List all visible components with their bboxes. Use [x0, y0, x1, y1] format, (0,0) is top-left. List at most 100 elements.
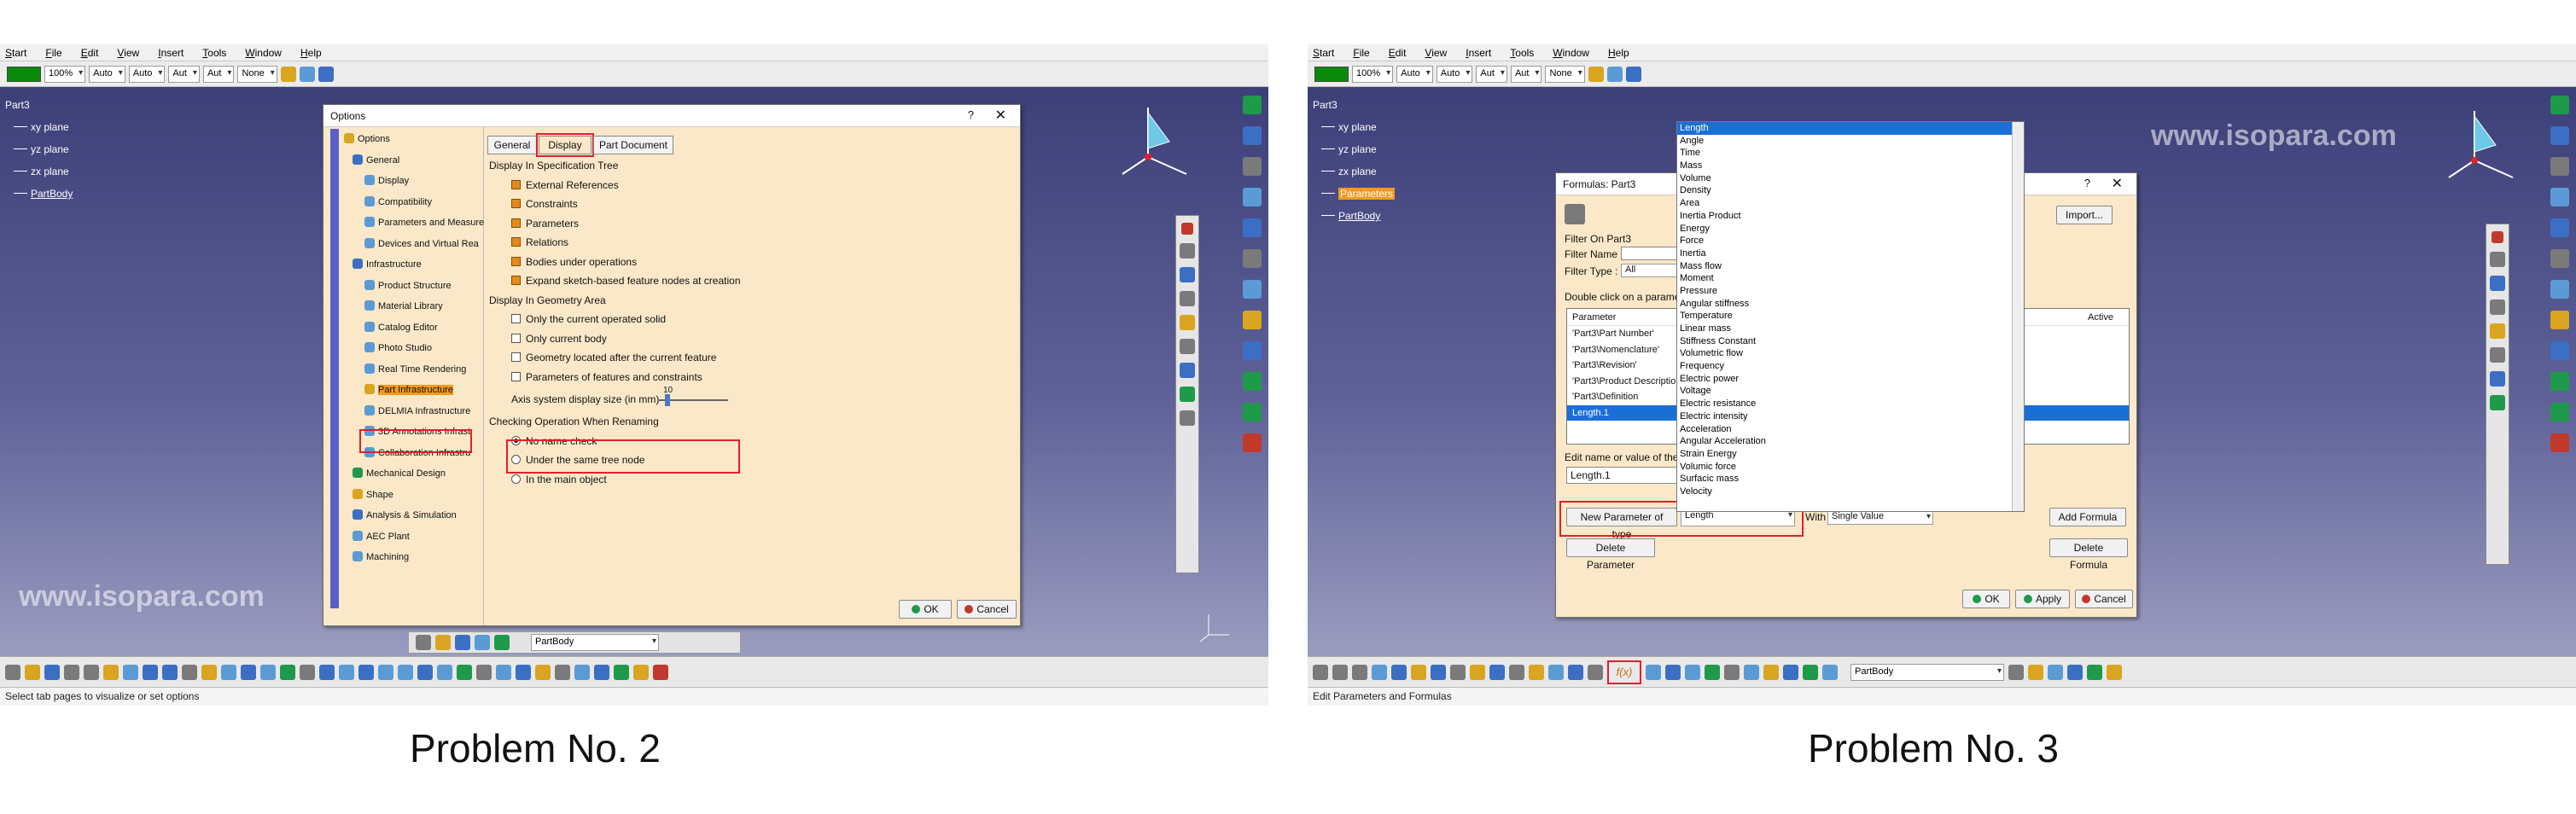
fillet-icon[interactable]	[1180, 410, 1195, 426]
spec-option[interactable]: Bodies under operations	[489, 253, 1001, 272]
nav-item[interactable]: Display	[344, 171, 481, 192]
what-is-this-icon[interactable]	[1625, 66, 1641, 82]
tool-icon[interactable]	[2550, 433, 2569, 452]
list-item[interactable]: Stiffness Constant	[1677, 335, 2012, 348]
rib-icon[interactable]	[2490, 371, 2505, 387]
new-icon[interactable]	[1450, 664, 1466, 680]
help-button[interactable]: ?	[2084, 177, 2090, 189]
body-combo[interactable]: PartBody	[531, 634, 659, 651]
delete-parameter-button[interactable]: Delete Parameter	[1566, 538, 1655, 571]
tool-icon[interactable]	[1391, 664, 1407, 680]
tool-icon[interactable]	[2550, 188, 2569, 206]
list-item[interactable]: Mass flow	[1677, 260, 2012, 273]
nav-item[interactable]: Product Structure	[344, 276, 481, 297]
menu-view[interactable]: View	[117, 47, 139, 59]
shading-icon[interactable]	[457, 664, 472, 680]
nav-item[interactable]: General	[344, 150, 481, 172]
rotate-icon[interactable]	[358, 664, 374, 680]
tool-icon[interactable]	[1243, 157, 1262, 176]
fit-all-icon[interactable]	[319, 664, 335, 680]
tool-icon[interactable]	[2107, 664, 2122, 680]
tree-item-partbody[interactable]: PartBody	[5, 183, 73, 205]
pad-icon[interactable]	[2490, 276, 2505, 291]
tool-icon[interactable]	[1243, 188, 1262, 206]
tree-item-partbody[interactable]: PartBody	[1313, 205, 1395, 227]
tool-icon[interactable]	[494, 635, 510, 650]
menu-help[interactable]: Help	[1608, 47, 1629, 59]
open-icon[interactable]	[25, 664, 40, 680]
tool-icon[interactable]	[1243, 403, 1262, 422]
compass-icon[interactable]	[2445, 101, 2538, 195]
tool-icon[interactable]	[1783, 664, 1798, 680]
layer-combo[interactable]: Aut	[1510, 65, 1542, 83]
cancel-button[interactable]: Cancel	[2075, 590, 2133, 608]
save-icon[interactable]	[1489, 664, 1505, 680]
menu-tools[interactable]: Tools	[202, 47, 226, 59]
tool-icon[interactable]	[1705, 664, 1720, 680]
nav-item[interactable]: Analysis & Simulation	[344, 505, 481, 526]
list-item[interactable]: Volumic force	[1677, 461, 2012, 474]
list-item[interactable]: Strain Energy	[1677, 448, 2012, 461]
tool-icon[interactable]	[1744, 664, 1759, 680]
tool-icon[interactable]	[300, 664, 315, 680]
tool-icon[interactable]	[1243, 218, 1262, 237]
list-item[interactable]: Electric power	[1677, 373, 2012, 386]
spec-option[interactable]: Expand sketch-based feature nodes at cre…	[489, 271, 1001, 291]
tool-icon[interactable]	[280, 664, 295, 680]
pocket-icon[interactable]	[2490, 299, 2505, 315]
close-icon[interactable]	[2491, 231, 2503, 243]
nav-item[interactable]: Shape	[344, 485, 481, 506]
tool-icon[interactable]	[1243, 280, 1262, 299]
knowledge-icon[interactable]	[1646, 664, 1661, 680]
tree-item-zx-plane[interactable]: zx plane	[5, 160, 73, 183]
list-item[interactable]: Angular Acceleration	[1677, 435, 2012, 448]
geo-option[interactable]: Only the current operated solid	[489, 310, 1001, 329]
normal-view-icon[interactable]	[417, 664, 433, 680]
shaft-icon[interactable]	[1180, 315, 1195, 330]
open-icon[interactable]	[1470, 664, 1485, 680]
nav-item[interactable]: Mechanical Design	[344, 463, 481, 485]
redo-icon[interactable]	[162, 664, 178, 680]
body-combo[interactable]: PartBody	[1850, 663, 2004, 681]
tab-part-document[interactable]: Part Document	[593, 136, 673, 154]
tool-icon[interactable]	[653, 664, 668, 680]
pan-icon[interactable]	[339, 664, 354, 680]
rib-icon[interactable]	[1180, 363, 1195, 378]
tool-icon[interactable]	[260, 664, 276, 680]
list-item[interactable]: Inertia	[1677, 247, 2012, 260]
knowledge-icon[interactable]	[221, 664, 236, 680]
list-item[interactable]: Frequency	[1677, 360, 2012, 373]
menu-window[interactable]: Window	[245, 47, 282, 59]
slot-icon[interactable]	[2490, 395, 2505, 410]
what-is-this-icon[interactable]	[318, 66, 334, 82]
point-combo[interactable]: Aut	[168, 65, 200, 83]
tool-icon[interactable]	[1243, 372, 1262, 391]
menu-help[interactable]: Help	[300, 47, 322, 59]
undo-icon[interactable]	[1568, 664, 1583, 680]
tool-icon[interactable]	[614, 664, 629, 680]
tree-item-yz-plane[interactable]: yz plane	[1313, 138, 1395, 160]
close-button[interactable]: ✕	[2112, 175, 2123, 192]
tool-icon[interactable]	[2550, 372, 2569, 391]
tree-item-yz-plane[interactable]: yz plane	[5, 138, 73, 160]
nav-item[interactable]: Infrastructure	[344, 254, 481, 276]
list-item[interactable]: Force	[1677, 235, 2012, 247]
none-combo[interactable]: None	[1545, 65, 1585, 83]
transparency-combo[interactable]: 100%	[1352, 65, 1394, 83]
tool-icon[interactable]	[2550, 126, 2569, 145]
layer-combo[interactable]: Aut	[202, 65, 235, 83]
add-formula-button[interactable]: Add Formula	[2049, 508, 2126, 526]
list-item[interactable]: Temperature	[1677, 310, 2012, 323]
list-item[interactable]: Electric resistance	[1677, 398, 2012, 410]
menu-insert[interactable]: Insert	[158, 47, 184, 59]
tool-icon[interactable]	[1352, 664, 1367, 680]
geo-option[interactable]: Parameters of features and constraints	[489, 368, 1001, 387]
geo-option[interactable]: Geometry located after the current featu…	[489, 348, 1001, 368]
spec-option-parameters[interactable]: Parameters	[489, 214, 1001, 234]
menu-view[interactable]: View	[1425, 47, 1447, 59]
help-button[interactable]: ?	[968, 108, 974, 121]
menu-edit[interactable]: Edit	[1389, 47, 1407, 59]
list-item[interactable]: Voltage	[1677, 385, 2012, 398]
geo-option[interactable]: Only current body	[489, 329, 1001, 349]
formula-tree-icon[interactable]	[1565, 204, 1585, 224]
